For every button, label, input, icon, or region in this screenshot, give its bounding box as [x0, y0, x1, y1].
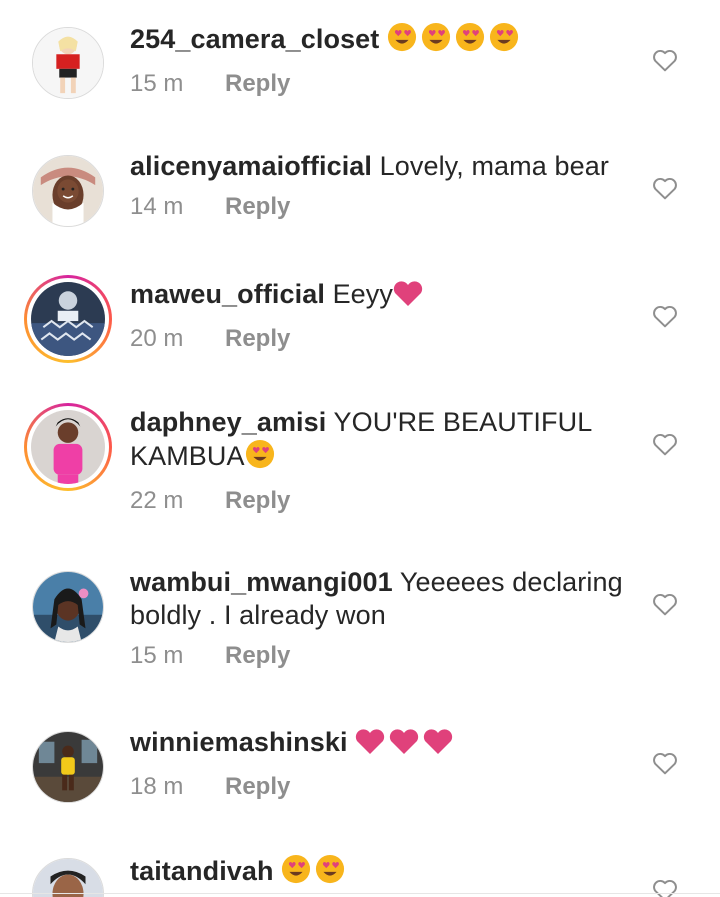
comment-time: 22 m — [130, 487, 184, 514]
heart-outline-icon — [653, 752, 677, 775]
heart-outline-icon — [653, 879, 677, 897]
reply-button[interactable]: Reply — [225, 325, 290, 353]
heart-outline-icon — [653, 49, 677, 72]
pink-heart-icon — [393, 281, 423, 306]
comment-emoji — [387, 22, 523, 60]
reply-button[interactable]: Reply — [225, 487, 290, 515]
pink-heart-icon — [424, 729, 453, 754]
comment-emoji — [281, 854, 349, 892]
avatar[interactable] — [32, 571, 104, 643]
like-button[interactable] — [652, 48, 678, 72]
reply-button[interactable]: Reply — [225, 193, 290, 221]
comment-username[interactable]: 254_camera_closet — [130, 24, 379, 54]
avatar[interactable] — [32, 858, 104, 897]
reply-button[interactable]: Reply — [225, 642, 290, 670]
comment-username[interactable]: wambui_mwangi001 — [130, 567, 393, 597]
avatar-story-ring[interactable] — [24, 403, 112, 491]
smiling-heart-eyes-icon — [245, 439, 274, 469]
like-button[interactable] — [652, 432, 678, 456]
pink-heart-icon — [390, 729, 419, 754]
like-button[interactable] — [652, 304, 678, 328]
smiling-heart-eyes-icon — [455, 22, 485, 52]
like-button[interactable] — [652, 751, 678, 775]
comment-text: Eeyy — [332, 279, 394, 309]
like-button[interactable] — [652, 878, 678, 897]
comment-text: Lovely, mama bear — [379, 151, 609, 181]
comment-time: 15 m — [130, 70, 184, 97]
heart-outline-icon — [653, 305, 677, 328]
avatar[interactable] — [32, 27, 104, 99]
avatar[interactable] — [32, 731, 104, 803]
comment-username[interactable]: maweu_official — [130, 279, 325, 309]
comment-time: 20 m — [130, 325, 184, 352]
comment-emoji — [245, 439, 279, 477]
comment-username[interactable]: daphney_amisi — [130, 407, 326, 437]
avatar-story-ring[interactable] — [24, 275, 112, 363]
comment-time: 14 m — [130, 193, 184, 220]
comment-list: 254_camera_closet 15 m Reply alicenyamaio… — [0, 0, 720, 897]
smiling-heart-eyes-icon — [489, 22, 519, 52]
comment-username[interactable]: taitandivah — [130, 856, 274, 886]
comment-time: 18 m — [130, 773, 184, 800]
like-button[interactable] — [652, 176, 678, 200]
comment-time: 15 m — [130, 642, 184, 669]
heart-outline-icon — [653, 177, 677, 200]
heart-outline-icon — [653, 433, 677, 456]
pink-heart-icon — [356, 729, 385, 754]
heart-outline-icon — [653, 593, 677, 616]
smiling-heart-eyes-icon — [316, 854, 345, 884]
like-button[interactable] — [652, 592, 678, 616]
reply-button[interactable]: Reply — [225, 70, 290, 98]
smiling-heart-eyes-icon — [421, 22, 451, 52]
comment-emoji — [355, 729, 457, 763]
avatar[interactable] — [32, 155, 104, 227]
smiling-heart-eyes-icon — [387, 22, 417, 52]
comment-username[interactable]: alicenyamaiofficial — [130, 151, 372, 181]
comment-username[interactable]: winniemashinski — [130, 727, 348, 757]
divider — [0, 893, 720, 894]
comment-emoji — [393, 281, 427, 315]
reply-button[interactable]: Reply — [225, 773, 290, 801]
smiling-heart-eyes-icon — [282, 854, 311, 884]
